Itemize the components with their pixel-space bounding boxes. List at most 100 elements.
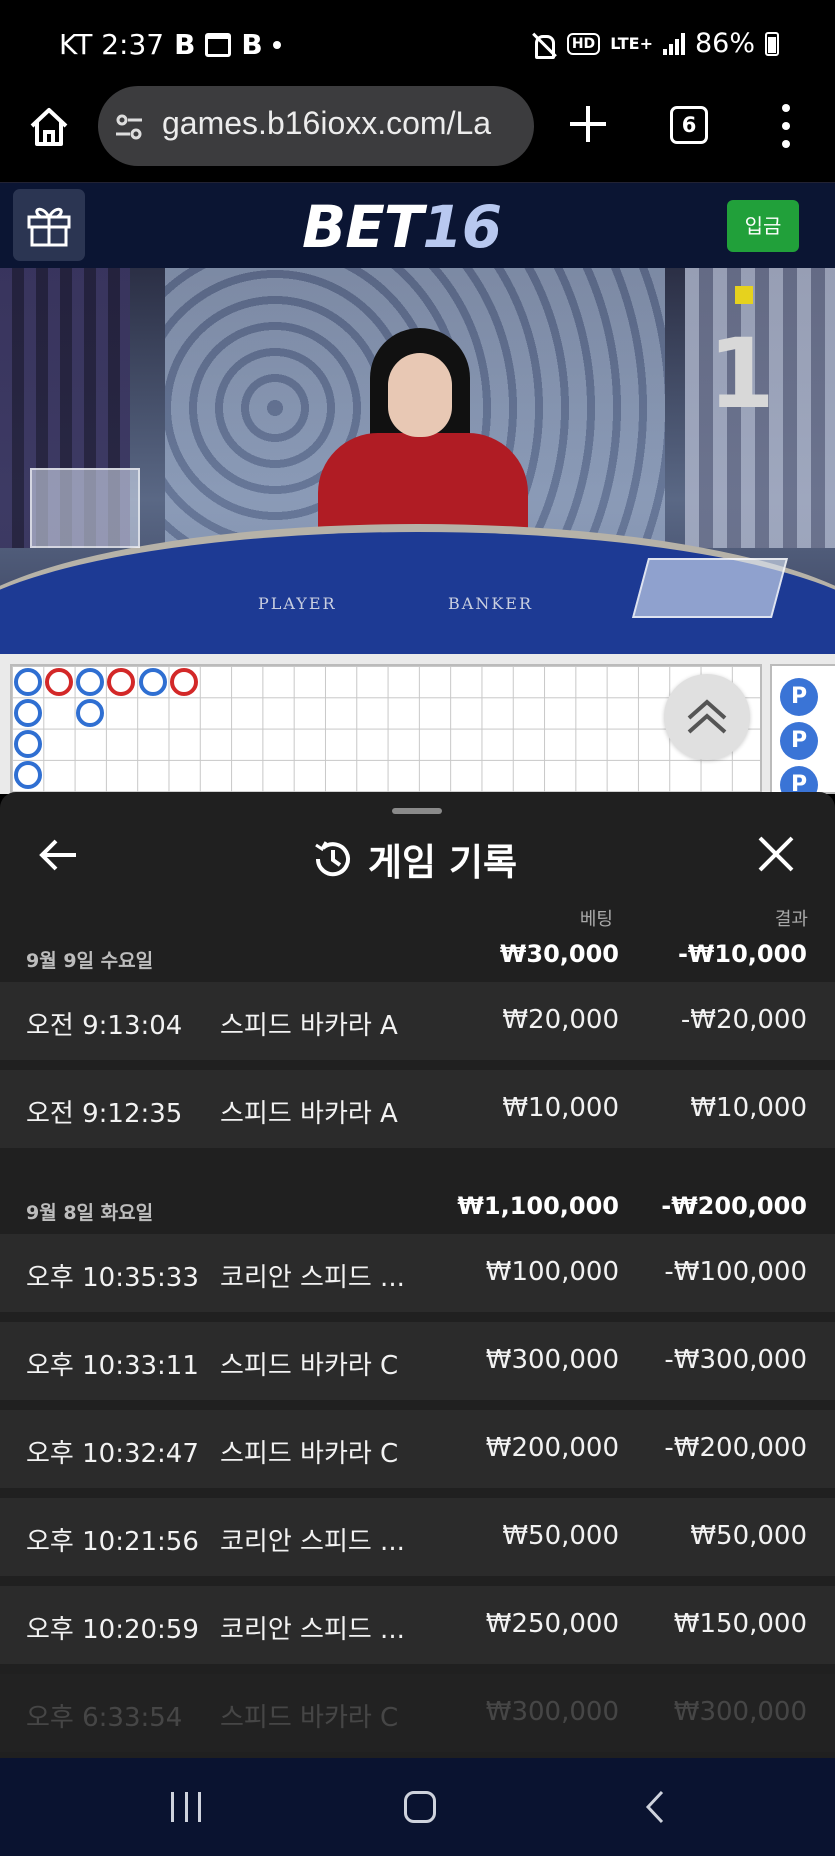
bet16-logo[interactable]: BET16 (302, 193, 502, 261)
site-header: BET16 입금 (0, 182, 835, 268)
back-arrow-icon[interactable] (36, 832, 82, 878)
bead-blue (76, 667, 105, 696)
side-road: P P P (770, 664, 835, 804)
row-time: 오후 10:32:47 (26, 1439, 199, 1469)
back-nav-icon[interactable] (640, 1788, 670, 1826)
group-total-result: -₩200,000 (661, 1192, 807, 1220)
mute-icon (531, 31, 557, 59)
lte-icon: LTE+ (610, 33, 653, 53)
row-bet: ₩20,000 (502, 1005, 619, 1035)
system-nav-bar (0, 1758, 835, 1856)
drag-handle[interactable] (392, 808, 442, 814)
status-bar: KT 2:37 B B HD LTE+ 86% (0, 0, 835, 86)
player-prediction-badge: P (780, 678, 818, 716)
row-time: 오후 10:33:11 (26, 1351, 199, 1381)
b-app-icon-2: B (241, 28, 263, 61)
live-dealer-video[interactable]: 1 PLAYER BANKER (0, 268, 835, 654)
bead-blue (138, 667, 167, 696)
player-prediction-badge: P (780, 722, 818, 760)
history-row[interactable]: 오후 6:33:54 스피드 바카라 C ₩300,000 ₩300,000 (0, 1674, 835, 1752)
date-group-header: 9월 9일 수요일 ₩30,000 -₩10,000 (0, 930, 835, 980)
hd-icon: HD (566, 32, 601, 55)
table-label-banker: BANKER (448, 594, 533, 613)
history-row[interactable]: 오전 9:12:35 스피드 바카라 A ₩10,000 ₩10,000 (0, 1070, 835, 1148)
gift-icon (27, 207, 71, 247)
recent-apps-icon[interactable] (171, 1792, 201, 1822)
group-date: 9월 8일 화요일 (26, 1202, 154, 1224)
row-result: ₩10,000 (690, 1093, 807, 1123)
home-nav-icon[interactable] (404, 1791, 436, 1823)
history-row[interactable]: 오후 10:20:59 코리안 스피드 ... ₩250,000 ₩150,00… (0, 1586, 835, 1664)
close-icon[interactable] (754, 832, 798, 876)
status-right: HD LTE+ 86% (531, 28, 779, 59)
bead-blue (76, 698, 105, 727)
history-row[interactable]: 오후 10:21:56 코리안 스피드 ... ₩50,000 ₩50,000 (0, 1498, 835, 1576)
row-bet: ₩250,000 (485, 1609, 619, 1639)
history-row[interactable]: 오후 10:35:33 코리안 스피드 ... ₩100,000 -₩100,0… (0, 1234, 835, 1312)
row-bet: ₩100,000 (485, 1257, 619, 1287)
sheet-title: 게임 기록 (310, 832, 517, 886)
tab-switcher-button[interactable]: 6 (670, 106, 708, 144)
status-left: KT 2:37 B B (59, 28, 281, 61)
group-total-bet: ₩1,100,000 (457, 1192, 619, 1220)
row-game: 스피드 바카라 A (220, 1011, 398, 1041)
row-time: 오후 10:20:59 (26, 1615, 199, 1645)
battery-icon (765, 31, 779, 56)
row-bet: ₩300,000 (485, 1345, 619, 1375)
gift-button[interactable] (13, 189, 85, 261)
url-text[interactable]: games.b16ioxx.com/La (162, 105, 491, 142)
row-bet: ₩50,000 (502, 1521, 619, 1551)
history-row[interactable]: 오후 10:33:11 스피드 바카라 C ₩300,000 -₩300,000 (0, 1322, 835, 1400)
bead-red (44, 667, 73, 696)
row-result: ₩50,000 (690, 1521, 807, 1551)
table-label-player: PLAYER (258, 594, 337, 613)
more-menu-icon[interactable] (776, 104, 796, 148)
row-bet: ₩300,000 (485, 1697, 619, 1727)
home-icon[interactable] (26, 104, 72, 150)
bead-blue (13, 667, 42, 696)
row-time: 오후 10:35:33 (26, 1263, 199, 1293)
bead-red (170, 667, 198, 696)
b-app-icon: B (174, 28, 196, 61)
more-notifications-icon (272, 40, 281, 49)
site-settings-icon[interactable] (114, 114, 144, 140)
row-game: 코리안 스피드 ... (220, 1263, 405, 1293)
row-result: -₩20,000 (680, 1005, 807, 1035)
signal-icon (662, 32, 685, 55)
calendar-icon (205, 32, 232, 57)
row-time: 오후 6:33:54 (26, 1703, 183, 1733)
group-date: 9월 9일 수요일 (26, 950, 154, 972)
row-game: 코리안 스피드 ... (220, 1615, 405, 1645)
date-group-header: 9월 8일 화요일 ₩1,100,000 -₩200,000 (0, 1182, 835, 1232)
bead-road-grid[interactable] (10, 664, 762, 794)
deposit-button[interactable]: 입금 (727, 200, 799, 252)
card-shoe (631, 558, 789, 618)
bead-blue (13, 761, 42, 790)
address-bar[interactable]: games.b16ioxx.com/La (98, 86, 534, 166)
row-game: 스피드 바카라 C (220, 1351, 399, 1381)
row-bet: ₩10,000 (502, 1093, 619, 1123)
battery-percent: 86% (694, 28, 755, 59)
row-time: 오전 9:12:35 (26, 1099, 183, 1129)
row-bet: ₩200,000 (485, 1433, 619, 1463)
title-text: 게임 기록 (368, 841, 518, 884)
bead-blue (13, 730, 42, 759)
column-header-result: 결과 (774, 909, 808, 930)
row-result: -₩200,000 (664, 1433, 807, 1463)
carrier-time: KT 2:37 (59, 28, 165, 61)
history-row[interactable]: 오후 10:32:47 스피드 바카라 C ₩200,000 -₩200,000 (0, 1410, 835, 1488)
new-tab-icon[interactable] (566, 102, 610, 146)
row-result: -₩100,000 (664, 1257, 807, 1287)
group-total-bet: ₩30,000 (499, 940, 619, 968)
row-result: ₩150,000 (673, 1609, 807, 1639)
dealer-face (388, 353, 452, 437)
expand-button[interactable] (664, 674, 750, 760)
roadmap-panel: P P P (0, 654, 835, 804)
row-result: ₩300,000 (673, 1697, 807, 1727)
history-icon (315, 841, 350, 877)
double-chevron-up-icon (687, 699, 727, 734)
row-time: 오전 9:13:04 (26, 1011, 183, 1041)
history-row[interactable]: 오전 9:13:04 스피드 바카라 A ₩20,000 -₩20,000 (0, 982, 835, 1060)
column-header-bet: 베팅 (579, 909, 613, 930)
bead-red (107, 667, 136, 696)
